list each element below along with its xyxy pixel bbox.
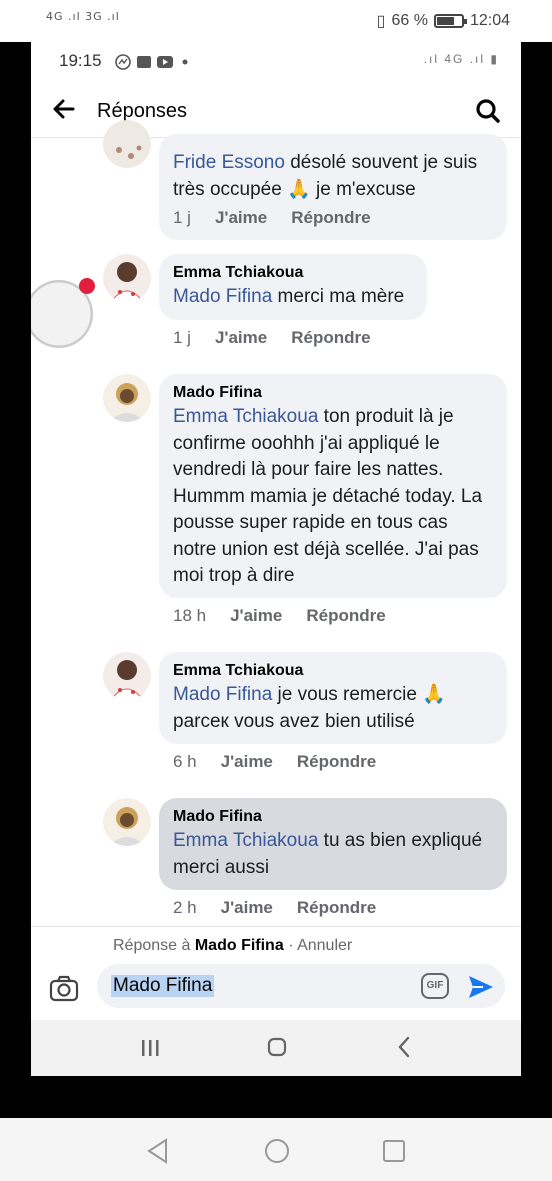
reply-button[interactable]: Répondre: [297, 898, 376, 918]
avatar[interactable]: [103, 120, 151, 168]
replying-to-name: Mado Fifina: [194, 937, 284, 954]
comment-age: 18 h: [173, 606, 207, 625]
comment-actions: 1 j J'aime Répondre: [173, 208, 371, 228]
vibrate-icon: ▯: [376, 13, 386, 30]
avatar[interactable]: [103, 652, 151, 700]
reply-button[interactable]: Répondre: [306, 606, 385, 626]
comment-bubble[interactable]: Emma Tchiakoua Mado Fifina je vous remer…: [159, 652, 507, 744]
comment-author[interactable]: Emma Tchiakoua: [173, 264, 413, 282]
like-button[interactable]: J'aime: [230, 606, 282, 626]
comment-text: Emma Tchiakoua tu as bien expliqué merci…: [173, 830, 483, 878]
mention-link[interactable]: Emma Tchiakoua: [173, 830, 318, 851]
signal-icon: .ıl: [423, 52, 440, 66]
cancel-reply-button[interactable]: · Annuler: [288, 937, 352, 954]
reply-button[interactable]: Répondre: [297, 752, 376, 772]
header: Réponses: [31, 86, 521, 138]
inner-network: .ıl 4G .ıl ▮: [423, 52, 499, 66]
search-icon[interactable]: [475, 98, 501, 124]
mention-link[interactable]: Mado Fifina: [173, 684, 272, 705]
network-indicator: 4G .ıl 3G .ıl: [46, 10, 120, 23]
mention-link[interactable]: Mado Fifina: [173, 286, 272, 307]
comment-author[interactable]: Mado Fifina: [173, 808, 493, 826]
notification-icons: [115, 54, 188, 70]
comment-author[interactable]: Mado Fifina: [173, 384, 493, 402]
recent-apps-icon[interactable]: [141, 1038, 159, 1058]
mention-link[interactable]: Fride Essono: [173, 152, 285, 173]
comment-bubble[interactable]: Emma Tchiakoua Mado Fifina merci ma mère: [159, 254, 427, 320]
comment-text: Fride Essono désolé souvent je suis très…: [173, 152, 478, 200]
overview-square-icon[interactable]: [382, 1139, 406, 1163]
chat-head-bubble[interactable]: [31, 278, 97, 350]
comment-composer: Mado Fifina GIF: [31, 962, 521, 1018]
like-button[interactable]: J'aime: [221, 898, 273, 918]
comment-bubble-selected[interactable]: Mado Fifina Emma Tchiakoua tu as bien ex…: [159, 798, 507, 890]
comment-input-value[interactable]: Mado Fifina: [111, 975, 215, 997]
comment-text: Mado Fifina je vous remercie 🙏 parceк vo…: [173, 684, 446, 732]
inner-clock: 19:15: [59, 51, 102, 70]
comment-actions: 2 h J'aime Répondre: [173, 898, 376, 918]
like-button[interactable]: J'aime: [215, 328, 267, 348]
replying-to-bar: Réponse à Mado Fifina · Annuler: [31, 926, 521, 962]
back-icon[interactable]: [397, 1036, 411, 1058]
phone-screen: 19:15 .ıl 4G .ıl ▮ Réponses Fride Essono…: [31, 42, 521, 1076]
outer-status-bar: 4G .ıl 3G .ıl ▯ 66 % 12:04: [0, 0, 552, 42]
avatar[interactable]: [103, 798, 151, 846]
reply-button[interactable]: Répondre: [291, 208, 370, 228]
outer-navigation-bar: [0, 1118, 552, 1181]
arrow-left-icon[interactable]: [51, 96, 77, 122]
battery-percent: 66 %: [391, 12, 428, 29]
comment-actions: 6 h J'aime Répondre: [173, 752, 376, 772]
gif-button[interactable]: GIF: [421, 973, 449, 999]
comment-input[interactable]: Mado Fifina GIF: [97, 964, 505, 1008]
battery-icon: [433, 14, 467, 28]
like-button[interactable]: J'aime: [215, 208, 267, 228]
clock: 12:04: [469, 12, 510, 29]
like-button[interactable]: J'aime: [221, 752, 273, 772]
inner-status-bar: 19:15 .ıl 4G .ıl ▮: [31, 42, 521, 82]
avatar[interactable]: [103, 374, 151, 422]
comment-age: 1 j: [173, 328, 191, 347]
reply-button[interactable]: Répondre: [291, 328, 370, 348]
comment-actions: 1 j J'aime Répondre: [173, 328, 371, 348]
comment-author[interactable]: Emma Tchiakoua: [173, 662, 493, 680]
status-right: ▯ 66 % 12:04: [377, 11, 510, 31]
comment-bubble[interactable]: Mado Fifina Emma Tchiakoua ton produit l…: [159, 374, 507, 598]
home-icon[interactable]: [267, 1037, 287, 1057]
send-icon[interactable]: [467, 974, 495, 1000]
avatar[interactable]: [103, 254, 151, 302]
signal-icon-2: .ıl ▮: [469, 52, 499, 66]
mention-link[interactable]: Emma Tchiakoua: [173, 406, 318, 427]
comment-age: 2 h: [173, 898, 197, 917]
comment-actions: 18 h J'aime Répondre: [173, 606, 386, 626]
comment-text: Mado Fifina merci ma mère: [173, 286, 405, 307]
notification-badge: [79, 278, 95, 294]
comment-age: 6 h: [173, 752, 197, 771]
inner-navigation-bar: [31, 1020, 521, 1076]
home-circle-icon[interactable]: [264, 1138, 290, 1164]
back-triangle-icon[interactable]: [146, 1138, 170, 1164]
page-title: Réponses: [97, 100, 188, 122]
comment-age: 1 j: [173, 208, 191, 227]
camera-icon[interactable]: [49, 974, 79, 1004]
comment-text: Emma Tchiakoua ton produit là je confirm…: [173, 406, 483, 586]
